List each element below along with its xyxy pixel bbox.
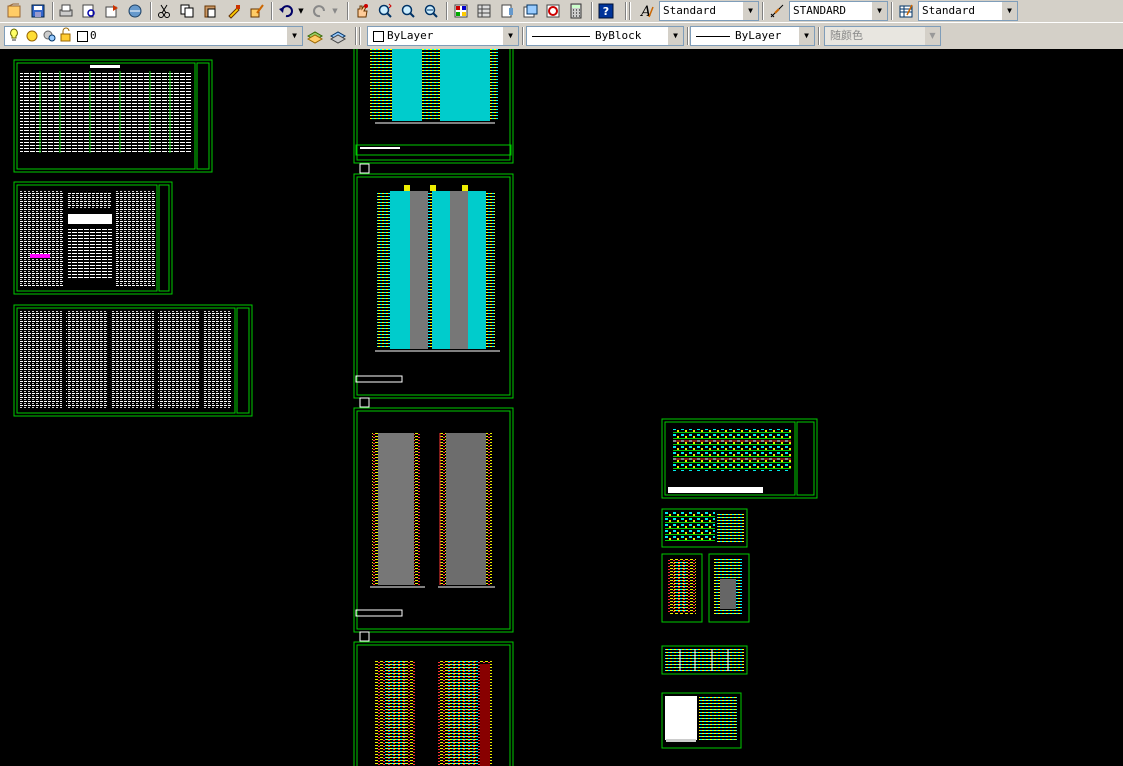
chevron-down-icon: ▼ <box>743 2 758 20</box>
layer-thaw-icon <box>25 27 39 45</box>
table-style-select[interactable]: Standard ▼ <box>918 1 1018 21</box>
elevation-sheet-1[interactable] <box>353 49 514 174</box>
text-style-icon[interactable]: A <box>637 1 657 21</box>
text-style-value: Standard <box>663 4 716 17</box>
lineweight-select[interactable]: ByLayer ▼ <box>690 26 815 46</box>
zoom-realtime-icon[interactable] <box>375 1 395 21</box>
layer-lock-icon <box>59 27 73 45</box>
dim-style-value: STANDARD <box>793 4 846 17</box>
print-icon[interactable] <box>56 1 76 21</box>
plotstyle-select: 随颜色 ▼ <box>824 26 941 46</box>
lineweight-value: ByLayer <box>735 29 782 42</box>
make-layer-current-icon[interactable] <box>305 26 325 46</box>
detail-sheet-3[interactable] <box>708 553 750 623</box>
match-prop-icon[interactable] <box>224 1 244 21</box>
copy-icon[interactable] <box>177 1 197 21</box>
layer-viewport-icon <box>42 27 56 45</box>
detail-sheet-4[interactable] <box>661 645 748 675</box>
markup-icon[interactable] <box>543 1 563 21</box>
chevron-down-icon: ▼ <box>287 27 302 45</box>
new-icon[interactable] <box>4 1 24 21</box>
floor-plan-sheet[interactable] <box>661 418 818 499</box>
spec-sheet-3[interactable] <box>13 304 253 417</box>
dim-style-icon[interactable] <box>767 1 787 21</box>
svg-text:?: ? <box>603 5 609 18</box>
elevation-sheet-3[interactable] <box>353 407 514 642</box>
layer-previous-icon[interactable] <box>328 26 348 46</box>
zoom-previous-icon[interactable] <box>421 1 441 21</box>
linetype-value: ByBlock <box>595 29 642 42</box>
chevron-down-icon: ▼ <box>668 27 683 45</box>
pan-icon[interactable] <box>352 1 372 21</box>
color-value: ByLayer <box>387 29 434 42</box>
undo-icon[interactable] <box>276 1 296 21</box>
spec-sheet-2[interactable] <box>13 181 173 295</box>
sheet-set-icon[interactable] <box>520 1 540 21</box>
layer-value: 0 <box>90 29 97 42</box>
linetype-preview <box>532 36 590 37</box>
table-style-value: Standard <box>922 4 975 17</box>
layer-on-icon <box>8 27 20 45</box>
text-style-select[interactable]: Standard ▼ <box>659 1 759 21</box>
block-editor-icon[interactable] <box>247 1 267 21</box>
chevron-down-icon: ▼ <box>925 27 940 45</box>
paste-icon[interactable] <box>200 1 220 21</box>
standard-toolbar: ▼ ▼ ? A Standard ▼ STANDARD ▼ Standard ▼ <box>0 0 1123 23</box>
tool-palette-icon[interactable] <box>497 1 517 21</box>
model-space-drawing[interactable] <box>0 49 1123 766</box>
redo-icon[interactable] <box>310 1 330 21</box>
preview-icon[interactable] <box>79 1 99 21</box>
detail-sheet-2[interactable] <box>661 553 703 623</box>
design-center-icon[interactable] <box>474 1 494 21</box>
publish-icon[interactable] <box>102 1 122 21</box>
detail-sheet-1[interactable] <box>661 508 748 548</box>
redo-dropdown-icon[interactable]: ▼ <box>330 1 340 21</box>
layers-properties-toolbar: 0 ▼ ByLayer ▼ ByBlock ▼ ByLayer ▼ 随颜色 ▼ <box>0 22 1123 50</box>
chevron-down-icon: ▼ <box>799 27 814 45</box>
elevation-sheet-2[interactable] <box>353 173 514 408</box>
color-swatch <box>373 31 384 42</box>
cut-icon[interactable] <box>154 1 174 21</box>
chevron-down-icon: ▼ <box>503 27 518 45</box>
chevron-down-icon: ▼ <box>872 2 887 20</box>
undo-dropdown-icon[interactable]: ▼ <box>296 1 306 21</box>
layer-select[interactable]: 0 ▼ <box>4 26 303 46</box>
zoom-window-icon[interactable] <box>398 1 418 21</box>
calculator-icon[interactable] <box>566 1 586 21</box>
color-select[interactable]: ByLayer ▼ <box>367 26 519 46</box>
properties-icon[interactable] <box>451 1 471 21</box>
chevron-down-icon: ▼ <box>1002 2 1017 20</box>
elevation-sheet-4[interactable] <box>353 641 514 766</box>
lineweight-preview <box>696 36 730 37</box>
table-style-icon[interactable] <box>896 1 916 21</box>
plotstyle-value: 随颜色 <box>830 29 863 42</box>
spec-sheet-1[interactable] <box>13 59 213 173</box>
detail-sheet-5[interactable] <box>661 692 742 749</box>
plot-icon[interactable] <box>125 1 145 21</box>
layer-color-swatch <box>77 31 88 42</box>
drawing-canvas[interactable] <box>0 49 1123 766</box>
dim-style-select[interactable]: STANDARD ▼ <box>789 1 888 21</box>
help-icon[interactable]: ? <box>596 1 616 21</box>
save-icon[interactable] <box>28 1 48 21</box>
linetype-select[interactable]: ByBlock ▼ <box>526 26 684 46</box>
